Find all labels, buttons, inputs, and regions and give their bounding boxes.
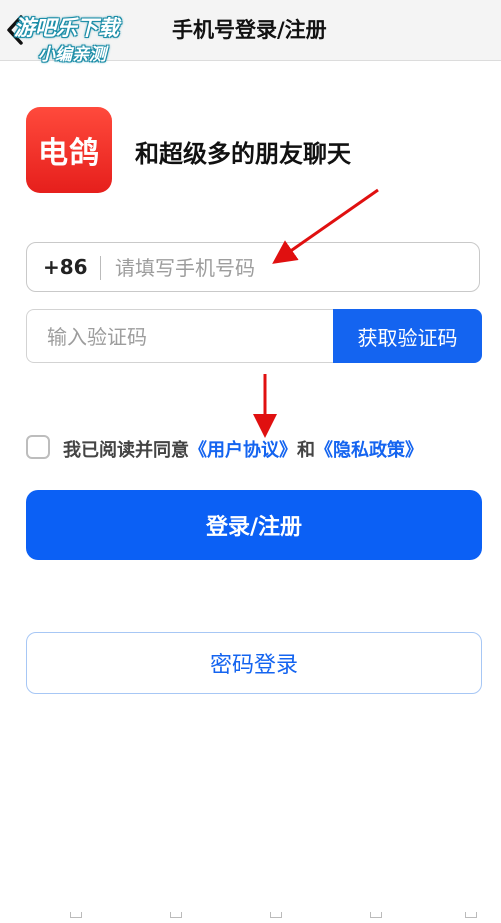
- verification-code-row: 获取验证码: [26, 309, 482, 363]
- agreement-checkbox[interactable]: [26, 435, 50, 459]
- app-logo: 电鸽: [26, 107, 112, 193]
- agreement-row: 我已阅读并同意《用户协议》和《隐私政策》: [26, 435, 496, 465]
- nav-hint-mark: [170, 912, 182, 918]
- app-tagline: 和超级多的朋友聊天: [135, 140, 351, 168]
- nav-hint-mark: [70, 912, 82, 918]
- verification-code-input[interactable]: [45, 318, 329, 356]
- top-navigation-bar: 游吧乐下载 小编亲测 手机号登录/注册: [0, 0, 501, 65]
- privacy-policy-link[interactable]: 《隐私政策》: [315, 440, 423, 461]
- watermark-logo: 游吧乐下载 小编亲测: [14, 6, 146, 65]
- user-agreement-link[interactable]: 《用户协议》: [189, 440, 297, 461]
- page-title: 手机号登录/注册: [172, 18, 327, 42]
- agreement-conjunction: 和: [297, 440, 315, 461]
- get-code-button[interactable]: 获取验证码: [333, 309, 482, 363]
- field-divider: [100, 256, 101, 280]
- country-code[interactable]: +86: [43, 255, 88, 279]
- verification-code-field: [26, 309, 336, 363]
- nav-hint-mark: [465, 912, 477, 918]
- password-login-button[interactable]: 密码登录: [26, 632, 482, 694]
- app-logo-text: 电鸽: [38, 136, 100, 171]
- phone-input[interactable]: [113, 249, 457, 287]
- nav-hint-mark: [270, 912, 282, 918]
- watermark-line2: 小编亲测: [38, 45, 106, 65]
- nav-hint-mark: [370, 912, 382, 918]
- login-register-button[interactable]: 登录/注册: [26, 490, 482, 560]
- agreement-text: 我已阅读并同意《用户协议》和《隐私政策》: [63, 436, 423, 462]
- agreement-prefix: 我已阅读并同意: [63, 440, 189, 461]
- watermark-line1: 游吧乐下载: [14, 16, 119, 40]
- phone-number-field: +86: [26, 242, 480, 292]
